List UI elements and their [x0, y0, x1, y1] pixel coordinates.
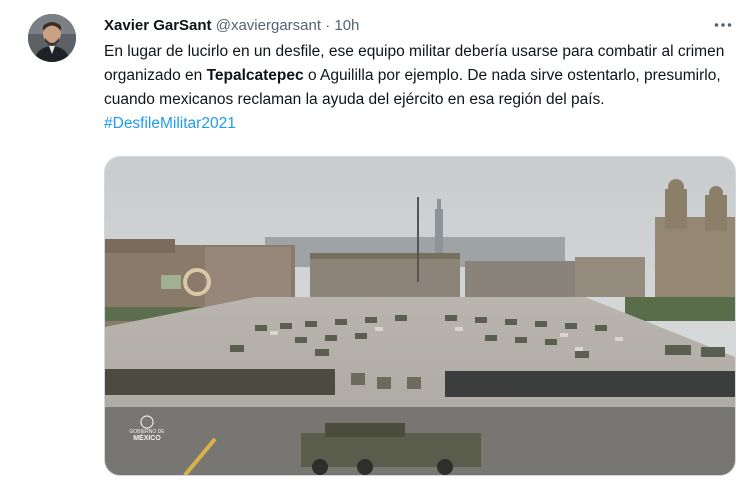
- hashtag-link[interactable]: #DesfileMilitar2021: [104, 115, 236, 132]
- logo-line2: MÉXICO: [133, 435, 161, 442]
- separator-dot: ·: [325, 17, 331, 34]
- eagle-emblem-icon: [140, 415, 154, 429]
- author-handle[interactable]: @xaviergarsant: [216, 17, 321, 34]
- parade-photo: [105, 157, 735, 475]
- avatar[interactable]: [28, 14, 76, 62]
- more-dots-icon: [714, 23, 732, 27]
- tweet-timestamp[interactable]: 10h: [334, 17, 359, 34]
- tweet-media-photo[interactable]: GOBIERNO DE MÉXICO: [104, 156, 736, 476]
- tweet-card[interactable]: Xavier GarSant @xaviergarsant · 10h En l…: [0, 0, 753, 485]
- tweet-text-bold: Tepalcatepec: [206, 67, 304, 84]
- tweet-header: Xavier GarSant @xaviergarsant · 10h: [104, 16, 359, 36]
- government-logo: GOBIERNO DE MÉXICO: [127, 415, 167, 443]
- tweet-text: En lugar de lucirlo en un desfile, ese e…: [104, 40, 734, 136]
- more-options-button[interactable]: [712, 14, 734, 36]
- author-name[interactable]: Xavier GarSant: [104, 17, 212, 34]
- avatar-image: [28, 14, 76, 62]
